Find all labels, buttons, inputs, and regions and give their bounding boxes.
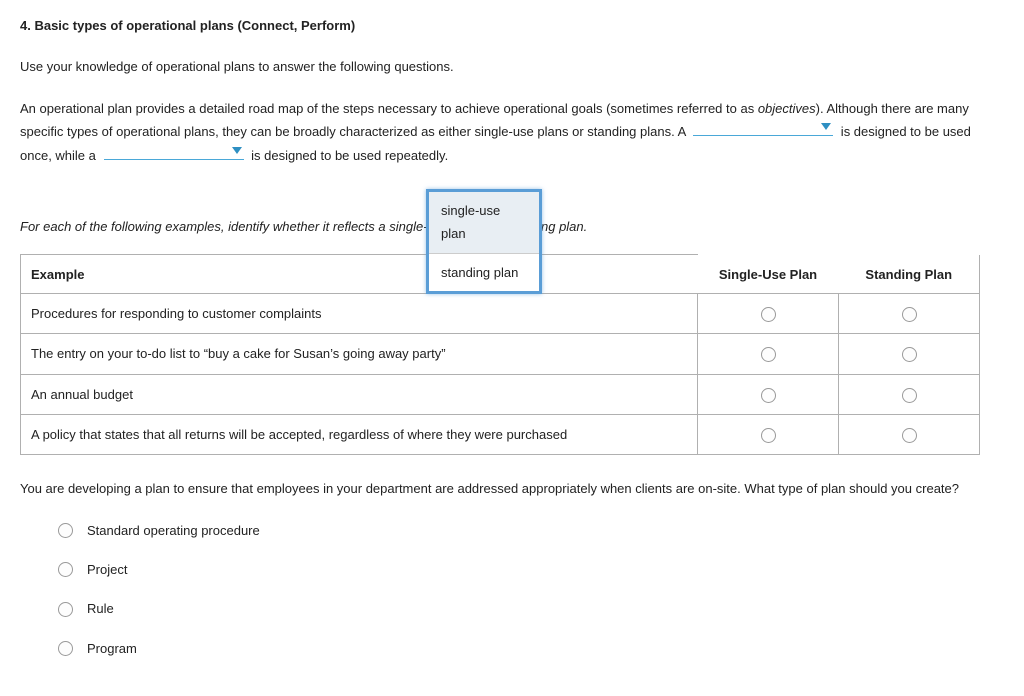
- radio-choice[interactable]: [58, 641, 73, 656]
- radio-standing[interactable]: [902, 347, 917, 362]
- example-cell: Procedures for responding to customer co…: [21, 293, 698, 333]
- objectives-emph: objectives: [758, 101, 816, 116]
- table-row: Procedures for responding to customer co…: [21, 293, 980, 333]
- choice-label: Standard operating procedure: [87, 519, 260, 542]
- intro-text: Use your knowledge of operational plans …: [20, 55, 1004, 78]
- list-item: Program: [58, 637, 1004, 660]
- col-header-example: Example: [21, 255, 698, 293]
- blank-1-dropdown[interactable]: [693, 121, 833, 136]
- table-row: The entry on your to-do list to “buy a c…: [21, 334, 980, 374]
- table-row: A policy that states that all returns wi…: [21, 414, 980, 454]
- table-row: An annual budget: [21, 374, 980, 414]
- choice-label: Project: [87, 558, 127, 581]
- choice-label: Rule: [87, 597, 114, 620]
- question-2-options: Standard operating procedure Project Rul…: [58, 519, 1004, 661]
- col-header-single-use: Single-Use Plan: [698, 255, 839, 293]
- example-cell: An annual budget: [21, 374, 698, 414]
- col-header-standing: Standing Plan: [839, 255, 980, 293]
- para-seg1: An operational plan provides a detailed …: [20, 101, 758, 116]
- radio-standing[interactable]: [902, 428, 917, 443]
- question-title: 4. Basic types of operational plans (Con…: [20, 14, 1004, 37]
- radio-standing[interactable]: [902, 388, 917, 403]
- question-2-text: You are developing a plan to ensure that…: [20, 477, 1004, 500]
- radio-standing[interactable]: [902, 307, 917, 322]
- chevron-down-icon: [821, 123, 831, 130]
- dropdown-option-single-use[interactable]: single-use plan: [429, 192, 539, 254]
- example-cell: The entry on your to-do list to “buy a c…: [21, 334, 698, 374]
- radio-choice[interactable]: [58, 523, 73, 538]
- example-cell: A policy that states that all returns wi…: [21, 414, 698, 454]
- radio-choice[interactable]: [58, 602, 73, 617]
- choice-label: Program: [87, 637, 137, 660]
- radio-choice[interactable]: [58, 562, 73, 577]
- chevron-down-icon: [232, 147, 242, 154]
- list-item: Rule: [58, 597, 1004, 620]
- blank-2-dropdown[interactable]: [104, 145, 244, 160]
- radio-single-use[interactable]: [761, 307, 776, 322]
- fill-blank-paragraph: An operational plan provides a detailed …: [20, 97, 1004, 167]
- list-item: Project: [58, 558, 1004, 581]
- blank-2-dropdown-menu: single-use plan standing plan: [426, 189, 542, 294]
- radio-single-use[interactable]: [761, 388, 776, 403]
- radio-single-use[interactable]: [761, 347, 776, 362]
- list-item: Standard operating procedure: [58, 519, 1004, 542]
- radio-single-use[interactable]: [761, 428, 776, 443]
- dropdown-option-standing[interactable]: standing plan: [429, 254, 539, 291]
- para-seg4: is designed to be used repeatedly.: [248, 148, 449, 163]
